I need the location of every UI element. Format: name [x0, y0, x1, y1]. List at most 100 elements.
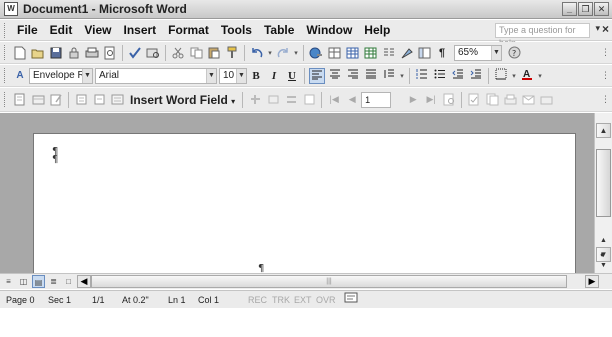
menu-insert[interactable]: Insert — [117, 23, 162, 37]
undo-dropdown-icon[interactable]: ▾ — [267, 45, 273, 61]
drawing-icon[interactable] — [398, 45, 414, 61]
save-icon[interactable] — [48, 45, 64, 61]
open-data-source-icon[interactable] — [30, 92, 46, 108]
toolbar-options-icon[interactable]: ⋮ — [601, 70, 610, 81]
italic-button[interactable]: I — [266, 68, 282, 84]
status-ext[interactable]: EXT — [294, 295, 312, 305]
toolbar-options-icon[interactable]: ⋮ — [601, 94, 610, 105]
zoom-combo[interactable]: 65% ▼ — [454, 44, 502, 61]
toolbar-options-icon[interactable]: ⋮ — [601, 47, 610, 58]
propagate-labels-icon[interactable] — [301, 92, 317, 108]
find-entry-icon[interactable] — [441, 92, 457, 108]
menu-table[interactable]: Table — [258, 23, 300, 37]
next-page-icon[interactable]: ▼ — [600, 262, 607, 269]
menu-format[interactable]: Format — [162, 23, 215, 37]
research-icon[interactable] — [145, 45, 161, 61]
last-record-icon[interactable]: ▶| — [423, 92, 439, 108]
line-spacing-dropdown-icon[interactable]: ▾ — [399, 68, 405, 84]
record-number-input[interactable] — [361, 91, 392, 108]
vertical-scroll-thumb[interactable] — [596, 149, 611, 217]
match-fields-icon[interactable] — [283, 92, 299, 108]
minimize-button[interactable]: _ — [562, 2, 577, 16]
tables-borders-icon[interactable] — [326, 45, 342, 61]
align-right-button[interactable] — [345, 68, 361, 84]
close-button[interactable]: ✕ — [594, 2, 609, 16]
underline-button[interactable]: U — [284, 68, 300, 84]
insert-address-block-icon[interactable] — [73, 92, 89, 108]
chevron-down-icon[interactable]: ▼ — [82, 68, 92, 83]
toolbar-grip[interactable] — [4, 92, 7, 107]
bullets-icon[interactable] — [432, 68, 448, 84]
decrease-indent-icon[interactable] — [450, 68, 466, 84]
menu-view[interactable]: View — [78, 23, 117, 37]
paste-icon[interactable] — [206, 45, 222, 61]
menu-grip[interactable] — [4, 22, 7, 38]
menu-tools[interactable]: Tools — [215, 23, 258, 37]
spelling-icon[interactable] — [127, 45, 143, 61]
align-left-button[interactable] — [309, 67, 325, 84]
word-app-icon[interactable]: W — [4, 2, 18, 16]
print-icon[interactable] — [84, 45, 100, 61]
copy-icon[interactable] — [188, 45, 204, 61]
bold-button[interactable]: B — [248, 68, 264, 84]
border-dropdown-icon[interactable]: ▾ — [511, 68, 517, 84]
font-combo[interactable]: Arial ▼ — [95, 67, 217, 84]
menu-file[interactable]: File — [11, 23, 44, 37]
merge-to-email-icon[interactable] — [520, 92, 536, 108]
document-page[interactable]: ¶ ¶ ¶ — [33, 133, 576, 274]
select-browse-object-icon[interactable]: ● — [600, 250, 605, 259]
cut-icon[interactable] — [170, 45, 186, 61]
view-merged-data-icon[interactable] — [247, 92, 263, 108]
highlight-fields-icon[interactable] — [265, 92, 281, 108]
check-errors-icon[interactable] — [466, 92, 482, 108]
restore-button[interactable]: ❐ — [578, 2, 593, 16]
scroll-up-icon[interactable]: ▲ — [596, 123, 611, 138]
menu-edit[interactable]: Edit — [44, 23, 79, 37]
document-close-button[interactable]: × — [602, 22, 609, 36]
spelling-status-icon[interactable] — [344, 292, 360, 307]
open-icon[interactable] — [30, 45, 46, 61]
menu-window[interactable]: Window — [300, 23, 358, 37]
toolbar-grip[interactable] — [4, 68, 7, 83]
toolbar-grip[interactable] — [4, 45, 7, 60]
justify-button[interactable] — [363, 68, 379, 84]
menu-help[interactable]: Help — [358, 23, 396, 37]
insert-table-icon[interactable] — [344, 45, 360, 61]
chevron-down-icon[interactable]: ▼ — [236, 68, 246, 83]
scroll-right-icon[interactable]: ▶ — [585, 275, 599, 288]
increase-indent-icon[interactable] — [468, 68, 484, 84]
insert-greeting-line-icon[interactable] — [91, 92, 107, 108]
columns-icon[interactable] — [380, 45, 396, 61]
new-document-icon[interactable] — [12, 45, 28, 61]
previous-page-icon[interactable]: ▲ — [600, 237, 607, 244]
redo-icon[interactable] — [275, 45, 291, 61]
border-icon[interactable] — [493, 68, 509, 84]
web-layout-icon[interactable]: ◫ — [17, 275, 30, 288]
format-painter-icon[interactable] — [224, 45, 240, 61]
print-layout-icon[interactable]: ▤ — [32, 275, 45, 288]
recipients-icon[interactable] — [48, 92, 64, 108]
status-ovr[interactable]: OVR — [316, 295, 336, 305]
scroll-left-icon[interactable]: ◀ — [77, 275, 91, 288]
outline-view-icon[interactable]: ≣ — [47, 275, 60, 288]
help-dropdown-icon[interactable]: ▾ — [595, 23, 600, 34]
chevron-down-icon[interactable]: ▼ — [491, 45, 501, 60]
previous-record-icon[interactable]: ◀ — [344, 92, 360, 108]
permission-icon[interactable] — [66, 45, 82, 61]
insert-word-field-button[interactable]: Insert Word Field ▾ — [126, 93, 239, 107]
horizontal-scroll-thumb[interactable]: ||| — [91, 275, 567, 288]
insert-merge-fields-icon[interactable] — [109, 92, 125, 108]
merge-to-printer-icon[interactable] — [502, 92, 518, 108]
styles-formatting-icon[interactable]: A — [12, 68, 28, 84]
merge-to-new-document-icon[interactable] — [484, 92, 500, 108]
numbering-icon[interactable] — [414, 68, 430, 84]
font-color-dropdown-icon[interactable]: ▾ — [537, 68, 543, 84]
help-search-input[interactable]: Type a question for help — [495, 23, 590, 48]
reading-layout-icon[interactable]: □ — [62, 275, 75, 288]
hyperlink-icon[interactable] — [308, 45, 324, 61]
help-icon[interactable]: ? — [506, 45, 522, 61]
first-record-icon[interactable]: |◀ — [326, 92, 342, 108]
undo-icon[interactable] — [249, 45, 265, 61]
redo-dropdown-icon[interactable]: ▾ — [293, 45, 299, 61]
excel-icon[interactable] — [362, 45, 378, 61]
